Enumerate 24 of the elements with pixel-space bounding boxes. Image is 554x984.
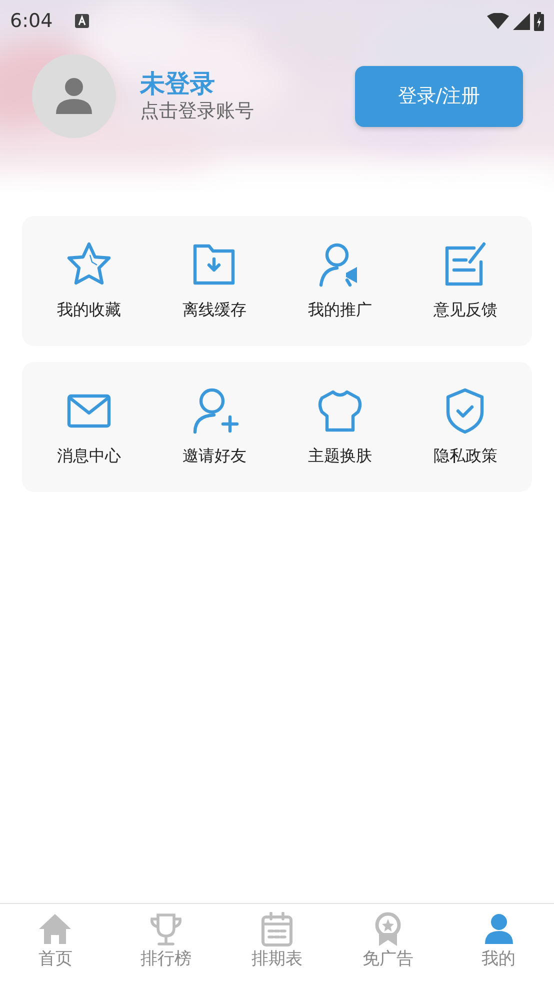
login-hint[interactable]: 点击登录账号: [140, 98, 254, 124]
username: 未登录: [140, 68, 216, 99]
battery-icon: [534, 12, 544, 30]
notification-icon: [74, 14, 89, 28]
nav-tab[interactable]: 排期表: [222, 904, 332, 984]
menu-item-label[interactable]: 我的收藏: [56, 298, 121, 322]
trophy-icon: [149, 912, 184, 947]
nav-tab[interactable]: 免广告: [332, 904, 444, 984]
menu-item-label[interactable]: 消息中心: [56, 444, 121, 468]
nav-tab[interactable]: 首页: [0, 904, 111, 984]
menu-item-label[interactable]: 隐私政策: [433, 444, 498, 468]
menu-item-label[interactable]: 我的推广: [308, 298, 372, 322]
calendar-icon: [260, 912, 294, 947]
menu-item-label[interactable]: 离线缓存: [182, 298, 246, 322]
menu-item-label[interactable]: 意见反馈: [433, 298, 498, 322]
signal-icon: [513, 12, 530, 30]
nav-tab[interactable]: 排行榜: [110, 904, 222, 984]
nav-tab[interactable]: 我的: [443, 904, 554, 984]
clock-time: 6:04: [10, 8, 53, 34]
person-icon: [54, 76, 94, 116]
home-icon: [38, 912, 72, 947]
menu-item-label[interactable]: 主题换肤: [308, 444, 372, 468]
menu-item-label[interactable]: 邀请好友: [182, 444, 246, 468]
wifi-icon: [487, 13, 509, 29]
